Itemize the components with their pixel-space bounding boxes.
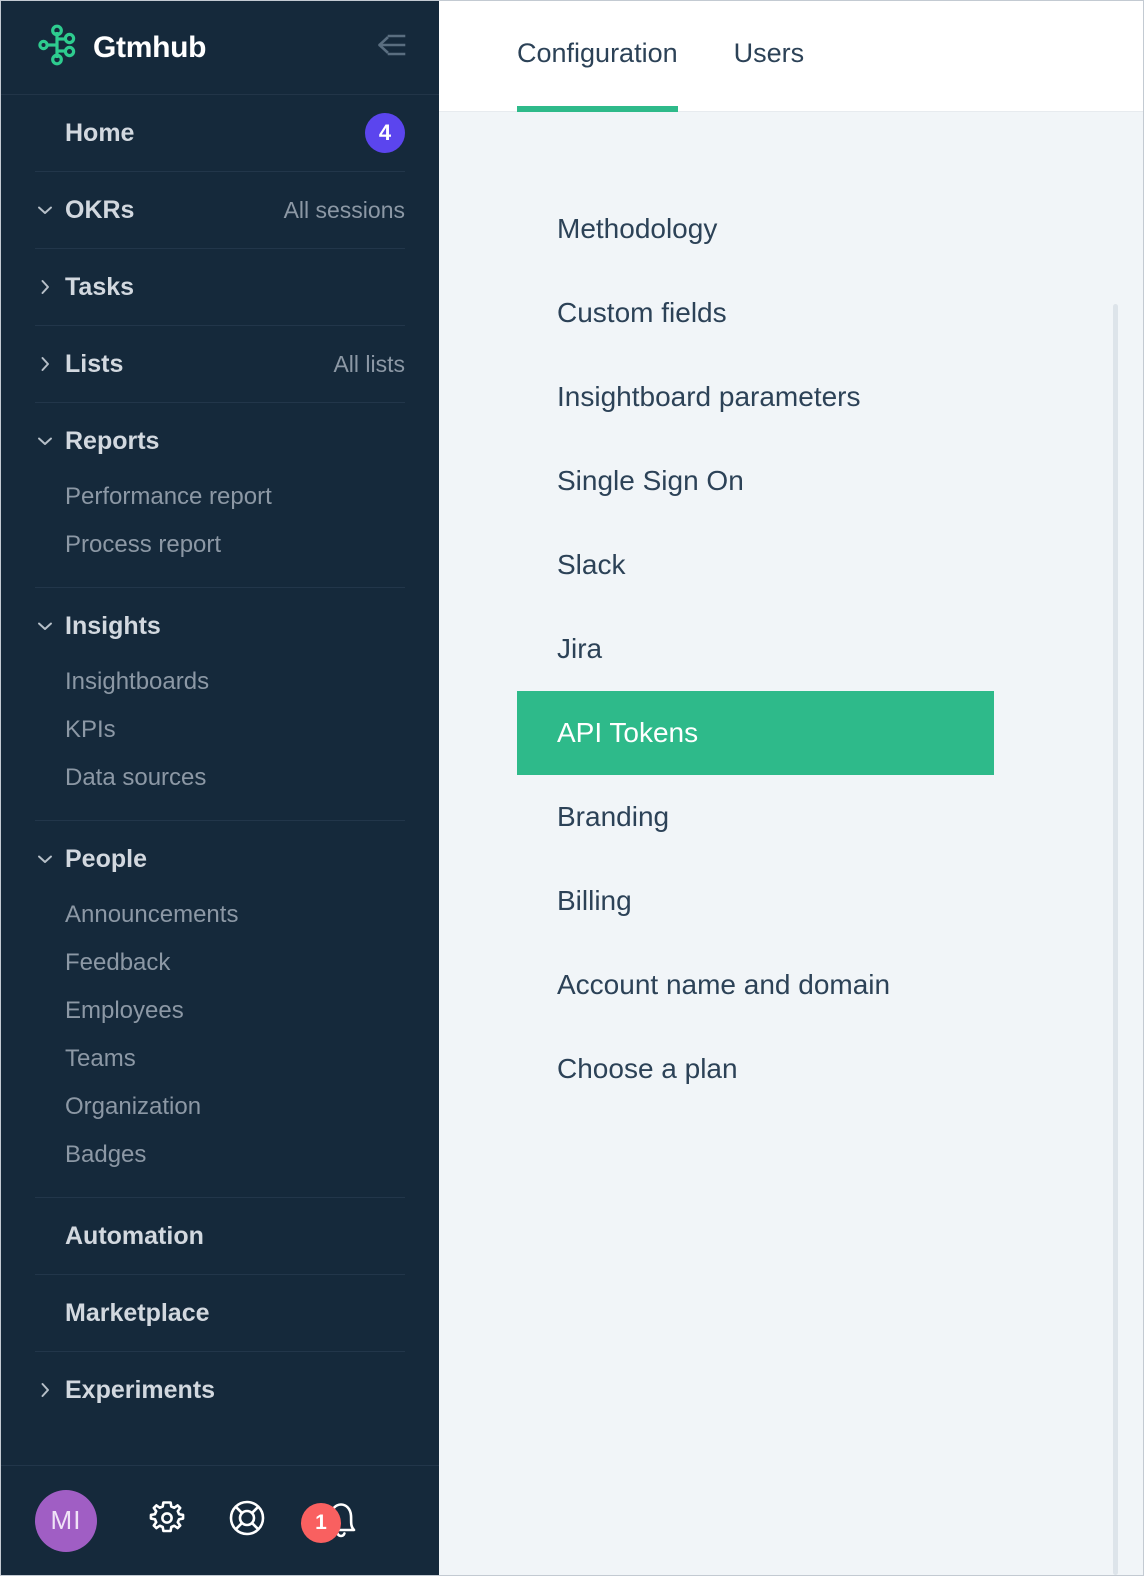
sidebar-item-label: Experiments (65, 1375, 216, 1404)
chevron-down-icon[interactable] (35, 431, 57, 451)
settings-item-custom-fields[interactable]: Custom fields (517, 271, 994, 355)
brand-logo[interactable]: Gtmhub (35, 23, 373, 72)
sidebar-item-badges[interactable]: Badges (35, 1131, 405, 1179)
sidebar-item-label: Automation (65, 1221, 204, 1250)
settings-item-single-sign-on[interactable]: Single Sign On (517, 439, 994, 523)
vertical-scrollbar[interactable] (1113, 304, 1118, 1575)
help-button[interactable] (225, 1499, 269, 1543)
insights-sublist: Insightboards KPIs Data sources (35, 658, 405, 820)
chevron-right-icon[interactable] (35, 1380, 57, 1400)
okrs-all-sessions-link[interactable]: All sessions (284, 197, 405, 224)
nav-group-tasks: Tasks (35, 249, 405, 326)
settings-item-account-name-and-domain[interactable]: Account name and domain (517, 943, 994, 1027)
sidebar-item-home[interactable]: Home 4 (35, 95, 405, 171)
sidebar: Gtmhub Home 4 OKRs All sessions Tasks Li… (1, 1, 439, 1575)
settings-item-api-tokens[interactable]: API Tokens (517, 691, 994, 775)
chevron-down-icon[interactable] (35, 200, 57, 220)
gtmhub-node-logo-icon (35, 23, 79, 72)
home-badge-count: 4 (365, 113, 405, 153)
sidebar-item-employees[interactable]: Employees (35, 987, 405, 1035)
nav-group-insights: Insights Insightboards KPIs Data sources (35, 588, 405, 821)
sidebar-item-data-sources[interactable]: Data sources (35, 754, 405, 802)
main-content: Configuration Users Methodology Custom f… (439, 1, 1143, 1575)
sidebar-item-lists[interactable]: Lists All lists (35, 326, 405, 402)
settings-item-methodology[interactable]: Methodology (517, 187, 994, 271)
sidebar-item-label: Marketplace (65, 1298, 210, 1327)
lists-all-lists-link[interactable]: All lists (333, 351, 405, 378)
chevron-down-icon[interactable] (35, 849, 57, 869)
settings-list: Methodology Custom fields Insightboard p… (517, 187, 1143, 1111)
sidebar-item-organization[interactable]: Organization (35, 1083, 405, 1131)
sidebar-item-label: Insights (65, 611, 161, 640)
settings-item-insightboard-parameters[interactable]: Insightboard parameters (517, 355, 994, 439)
sidebar-item-reports[interactable]: Reports (35, 403, 405, 479)
notifications-badge: 1 (301, 1502, 341, 1543)
sidebar-item-label: Reports (65, 426, 160, 455)
chevron-down-icon[interactable] (35, 616, 57, 636)
nav-group-experiments: Experiments (35, 1352, 405, 1428)
sidebar-item-kpis[interactable]: KPIs (35, 706, 405, 754)
settings-item-choose-a-plan[interactable]: Choose a plan (517, 1027, 994, 1111)
gear-icon (146, 1497, 188, 1544)
sidebar-footer: MI 1 (1, 1465, 439, 1575)
sidebar-header: Gtmhub (1, 1, 439, 95)
sidebar-item-label: Lists (65, 349, 124, 378)
nav-group-reports: Reports Performance report Process repor… (35, 403, 405, 588)
sidebar-item-marketplace[interactable]: Marketplace (35, 1275, 405, 1351)
sidebar-item-label: Tasks (65, 272, 135, 301)
sidebar-item-okrs[interactable]: OKRs All sessions (35, 172, 405, 248)
tab-configuration[interactable]: Configuration (517, 1, 678, 112)
sidebar-item-process-report[interactable]: Process report (35, 521, 405, 569)
notifications-button[interactable]: 1 (301, 1497, 363, 1545)
sidebar-item-label: People (65, 844, 147, 873)
nav-group-marketplace: Marketplace (35, 1275, 405, 1352)
sidebar-item-automation[interactable]: Automation (35, 1198, 405, 1274)
settings-item-slack[interactable]: Slack (517, 523, 994, 607)
nav-group-okrs: OKRs All sessions (35, 172, 405, 249)
sidebar-item-performance-report[interactable]: Performance report (35, 473, 405, 521)
settings-item-billing[interactable]: Billing (517, 859, 994, 943)
sidebar-item-label: OKRs (65, 195, 135, 224)
footer-icon-group: 1 (145, 1497, 405, 1545)
nav-group-people: People Announcements Feedback Employees … (35, 821, 405, 1198)
sidebar-item-insightboards[interactable]: Insightboards (35, 658, 405, 706)
lifebuoy-icon (226, 1497, 268, 1544)
sidebar-item-tasks[interactable]: Tasks (35, 249, 405, 325)
gtmhub-app-window: Gtmhub Home 4 OKRs All sessions Tasks Li… (0, 0, 1144, 1576)
sidebar-item-people[interactable]: People (35, 821, 405, 897)
brand-name: Gtmhub (93, 30, 207, 64)
settings-button[interactable] (145, 1499, 189, 1543)
sidebar-nav: Home 4 OKRs All sessions Tasks Lists All… (1, 95, 439, 1465)
nav-group-lists: Lists All lists (35, 326, 405, 403)
chevron-right-icon[interactable] (35, 354, 57, 374)
collapse-sidebar-button[interactable] (373, 28, 413, 68)
sidebar-item-feedback[interactable]: Feedback (35, 939, 405, 987)
collapse-sidebar-arrow-icon (375, 31, 411, 64)
settings-item-jira[interactable]: Jira (517, 607, 994, 691)
settings-panel: Methodology Custom fields Insightboard p… (439, 112, 1143, 1575)
avatar[interactable]: MI (35, 1489, 97, 1552)
sidebar-item-teams[interactable]: Teams (35, 1035, 405, 1083)
sidebar-item-announcements[interactable]: Announcements (35, 891, 405, 939)
settings-item-branding[interactable]: Branding (517, 775, 994, 859)
tab-users[interactable]: Users (734, 1, 805, 112)
nav-group-automation: Automation (35, 1198, 405, 1275)
people-sublist: Announcements Feedback Employees Teams O… (35, 891, 405, 1197)
sidebar-item-experiments[interactable]: Experiments (35, 1352, 405, 1428)
reports-sublist: Performance report Process report (35, 473, 405, 587)
chevron-right-icon[interactable] (35, 277, 57, 297)
tabbar: Configuration Users (439, 1, 1143, 112)
nav-group-home: Home 4 (35, 95, 405, 172)
sidebar-item-insights[interactable]: Insights (35, 588, 405, 664)
sidebar-item-label: Home (65, 118, 135, 147)
